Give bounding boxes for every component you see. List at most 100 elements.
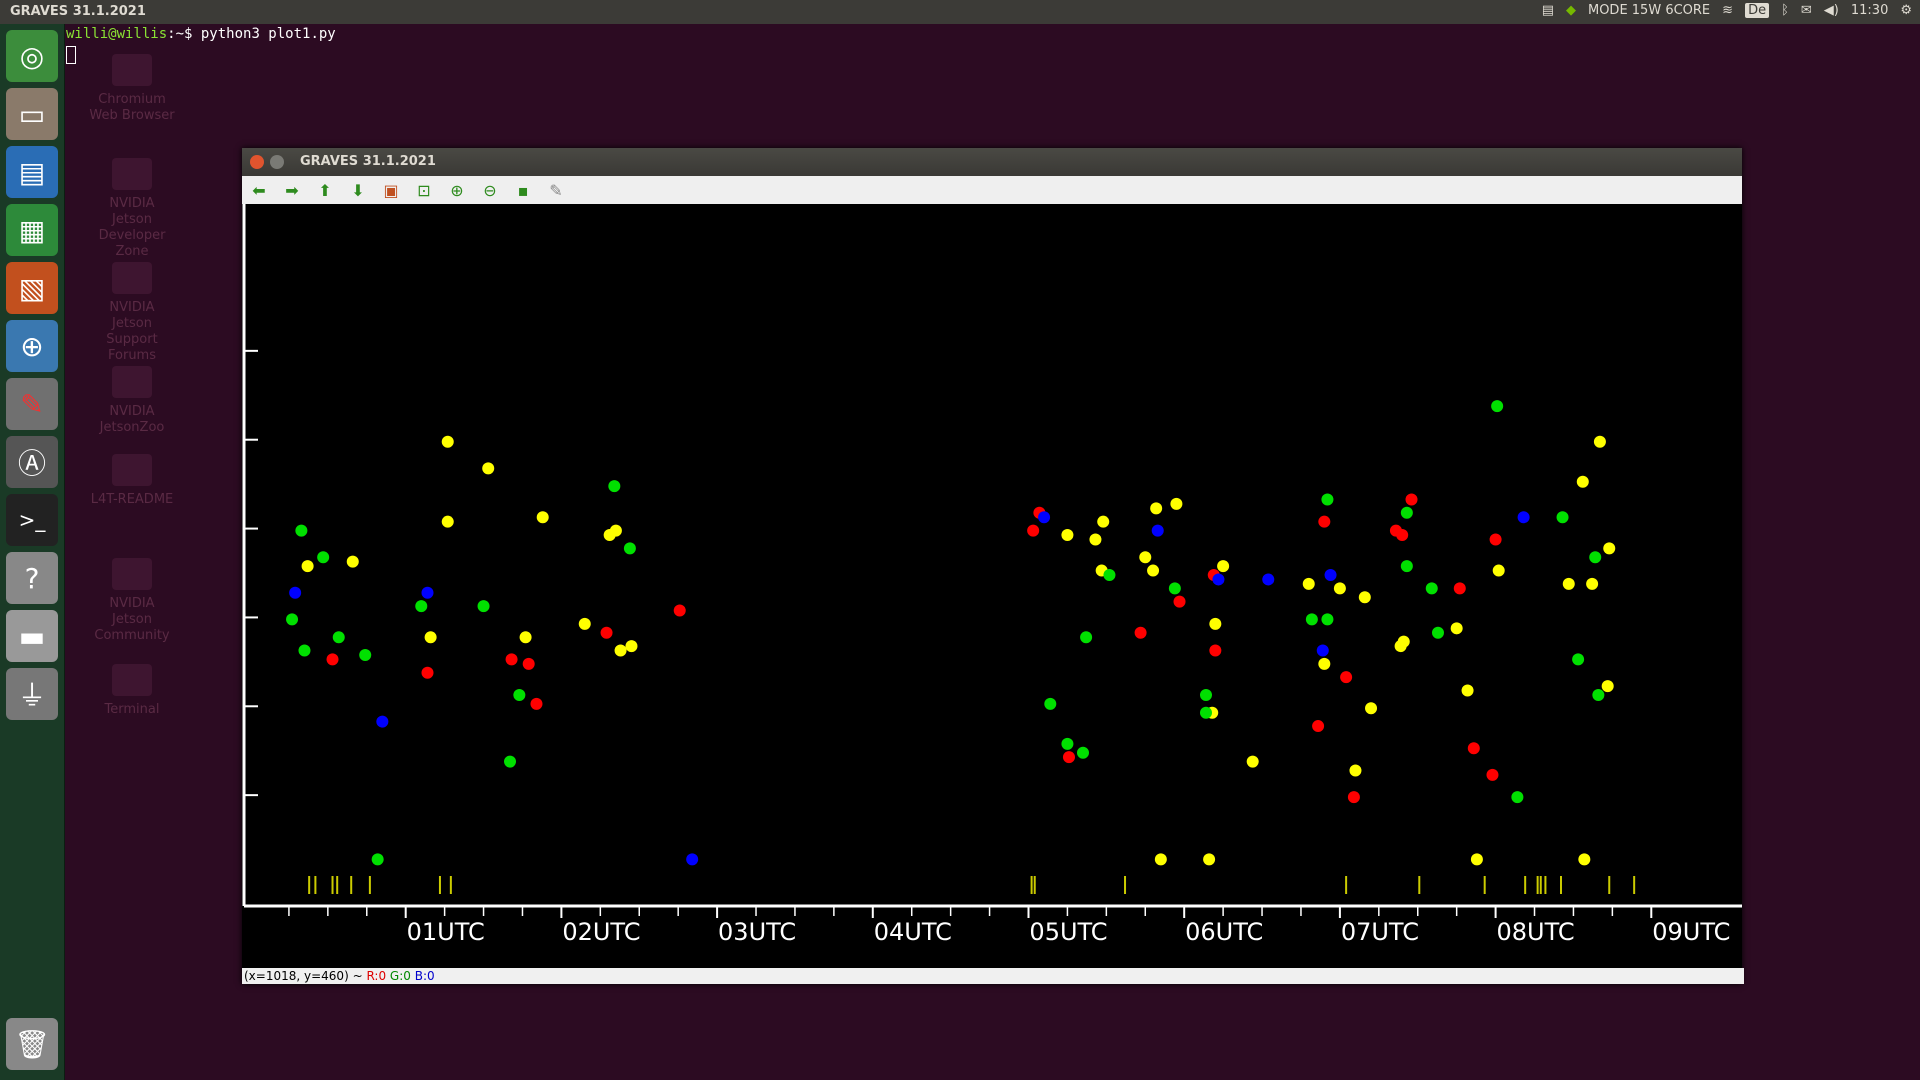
status-b: B:0 bbox=[414, 969, 435, 983]
terminal-icon bbox=[112, 664, 152, 696]
green-point bbox=[1076, 746, 1089, 759]
desktop-icon-l4t-readme[interactable]: L4T-README bbox=[88, 454, 176, 508]
yellow-point bbox=[441, 435, 454, 448]
configure-icon[interactable]: ⊡ bbox=[413, 180, 435, 200]
green-point bbox=[286, 613, 299, 626]
help-icon[interactable]: ? bbox=[6, 552, 58, 604]
system-settings-icon[interactable]: ✎ bbox=[6, 378, 58, 430]
bluetooth-icon[interactable]: ᛒ bbox=[1781, 3, 1789, 18]
system-tray: ▤ ◆ MODE 15W 6CORE ≋ De ᛒ ✉ ◀) 11:30 ⚙ bbox=[1542, 3, 1912, 18]
yellow-point bbox=[1150, 502, 1163, 515]
trash-icon[interactable]: 🗑 bbox=[6, 1018, 58, 1070]
green-point bbox=[1321, 493, 1334, 506]
blue-point bbox=[1212, 573, 1225, 586]
yellow-point bbox=[1586, 577, 1599, 590]
keyboard-layout[interactable]: De bbox=[1745, 3, 1770, 18]
red-point bbox=[522, 657, 535, 670]
up-icon[interactable]: ⬆ bbox=[314, 180, 336, 200]
yellow-point bbox=[1603, 542, 1616, 555]
yellow-point bbox=[1246, 755, 1259, 768]
window-titlebar[interactable]: GRAVES 31.1.2021 bbox=[242, 148, 1742, 176]
plot-canvas[interactable]: 01UTC 02UTC 03UTC 04UTC 05UTC 06UTC 07UTC 08UTC… bbox=[242, 204, 1742, 968]
green-point bbox=[332, 631, 345, 644]
minimize-icon[interactable] bbox=[270, 155, 284, 169]
x-tick-label: 06UTC bbox=[1185, 918, 1263, 946]
yellow-point bbox=[1397, 635, 1410, 648]
yellow-point bbox=[1061, 529, 1074, 542]
red-point bbox=[1027, 524, 1040, 537]
status-bar: (x=1018, y=460) ~ R:0 G:0 B:0 bbox=[242, 968, 1744, 984]
plot-window: GRAVES 31.1.2021 ⬅ ➡ ⬆ ⬇ ▣ ⊡ ⊕ ⊖ ▪ ✎ 01U… bbox=[242, 148, 1744, 984]
launcher: ◎ ▭ ▤ ▦ ▧ ⊕ ✎ Ⓐ >_ ? ▬ ⏚ 🗑 bbox=[0, 24, 65, 1080]
drive-icon[interactable]: ▬ bbox=[6, 610, 58, 662]
yellow-point bbox=[1318, 657, 1331, 670]
desktop-icon-jetson-community[interactable]: NVIDIA Jetson Community bbox=[88, 558, 176, 644]
volume-icon[interactable]: ◀) bbox=[1824, 3, 1839, 18]
nvidia-icon[interactable]: ◆ bbox=[1566, 3, 1576, 18]
edit-icon[interactable]: ✎ bbox=[545, 180, 567, 200]
green-point bbox=[608, 480, 621, 493]
terminal-icon[interactable]: >_ bbox=[6, 494, 58, 546]
green-point bbox=[1199, 688, 1212, 701]
desktop-icon-jetson-zoo[interactable]: NVIDIA JetsonZoo bbox=[88, 366, 176, 436]
files-icon[interactable]: ▭ bbox=[6, 88, 58, 140]
green-point bbox=[1400, 506, 1413, 519]
green-point bbox=[1400, 560, 1413, 573]
software-center-icon[interactable]: ⊕ bbox=[6, 320, 58, 372]
blue-point bbox=[1151, 524, 1164, 537]
zoom-out-icon[interactable]: ⊖ bbox=[479, 180, 501, 200]
wifi-icon[interactable]: ≋ bbox=[1722, 3, 1733, 18]
yellow-point bbox=[1562, 577, 1575, 590]
red-point bbox=[1318, 515, 1331, 528]
power-mode[interactable]: MODE 15W 6CORE bbox=[1588, 3, 1710, 18]
red-point bbox=[530, 697, 543, 710]
desktop-icon-terminal[interactable]: Terminal bbox=[88, 664, 176, 718]
blue-point bbox=[1262, 573, 1275, 586]
green-point bbox=[1556, 511, 1569, 524]
clipboard-icon[interactable]: ▤ bbox=[1542, 3, 1554, 18]
clock[interactable]: 11:30 bbox=[1851, 3, 1888, 18]
yellow-point bbox=[1461, 684, 1474, 697]
blue-point bbox=[421, 586, 434, 599]
writer-icon[interactable]: ▤ bbox=[6, 146, 58, 198]
ubuntu-dash-icon[interactable]: ◎ bbox=[6, 30, 58, 82]
usb-icon[interactable]: ⏚ bbox=[6, 668, 58, 720]
mail-icon[interactable]: ✉ bbox=[1801, 3, 1812, 18]
image-icon[interactable]: ▣ bbox=[380, 180, 402, 200]
calc-icon[interactable]: ▦ bbox=[6, 204, 58, 256]
zoom-in-icon[interactable]: ⊕ bbox=[446, 180, 468, 200]
status-r: R:0 bbox=[366, 969, 387, 983]
red-point bbox=[1340, 671, 1353, 684]
desktop-icon-jetson-support-forums[interactable]: NVIDIA Jetson Support Forums bbox=[88, 262, 176, 364]
red-point bbox=[1453, 582, 1466, 595]
yellow-point bbox=[1097, 515, 1110, 528]
nvidia-link-icon bbox=[112, 366, 152, 398]
blue-point bbox=[1316, 644, 1329, 657]
green-point bbox=[1305, 613, 1318, 626]
back-icon[interactable]: ⬅ bbox=[248, 180, 270, 200]
x-tick-label: 08UTC bbox=[1497, 918, 1575, 946]
folder-icon bbox=[112, 454, 152, 486]
green-point bbox=[623, 542, 636, 555]
down-icon[interactable]: ⬇ bbox=[347, 180, 369, 200]
green-point bbox=[1080, 631, 1093, 644]
desktop-icon-chromium[interactable]: Chromium Web Browser bbox=[88, 54, 176, 124]
software-updater-icon[interactable]: Ⓐ bbox=[6, 436, 58, 488]
yellow-point bbox=[1139, 551, 1152, 564]
forward-icon[interactable]: ➡ bbox=[281, 180, 303, 200]
scatter-chart: 01UTC 02UTC 03UTC 04UTC 05UTC 06UTC 07UTC 08UTC… bbox=[242, 204, 1742, 946]
green-point bbox=[1572, 653, 1585, 666]
yellow-point bbox=[1349, 764, 1362, 777]
top-panel: GRAVES 31.1.2021 ▤ ◆ MODE 15W 6CORE ≋ De… bbox=[0, 0, 1920, 24]
yellow-point bbox=[609, 524, 622, 537]
impress-icon[interactable]: ▧ bbox=[6, 262, 58, 314]
yellow-point bbox=[301, 560, 314, 573]
yellow-point bbox=[346, 555, 359, 568]
green-point bbox=[504, 755, 517, 768]
terminal-cursor-row bbox=[66, 44, 76, 64]
desktop-icon-jetson-developer-zone[interactable]: NVIDIA Jetson Developer Zone bbox=[88, 158, 176, 260]
yellow-point bbox=[1154, 853, 1167, 866]
gear-icon[interactable]: ⚙ bbox=[1900, 3, 1912, 18]
close-icon[interactable] bbox=[250, 155, 264, 169]
save-icon[interactable]: ▪ bbox=[512, 180, 534, 200]
